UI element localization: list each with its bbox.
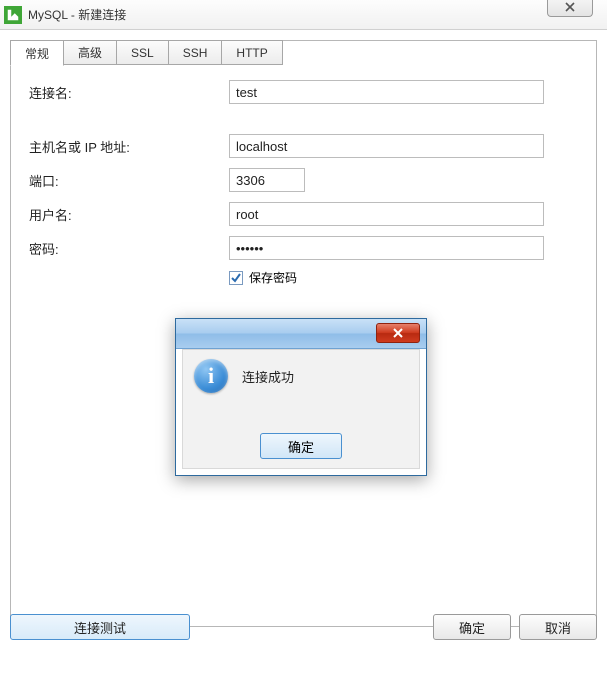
port-label: 端口:	[29, 171, 229, 190]
tab-general-label: 常规	[25, 45, 49, 62]
save-password-label: 保存密码	[249, 269, 297, 286]
username-input[interactable]	[229, 202, 544, 226]
tab-ssl-label: SSL	[131, 46, 154, 60]
tabs: 常规 高级 SSL SSH HTTP	[10, 40, 282, 65]
connection-name-input[interactable]	[229, 80, 544, 104]
modal-body: i 连接成功	[194, 359, 414, 393]
tab-ssh[interactable]: SSH	[168, 40, 223, 65]
app-icon	[4, 6, 22, 24]
connection-name-label: 连接名:	[29, 83, 229, 102]
tab-advanced[interactable]: 高级	[63, 40, 117, 65]
row-password: 密码:	[29, 235, 578, 261]
tab-http[interactable]: HTTP	[221, 40, 282, 65]
test-connection-button[interactable]: 连接测试	[10, 614, 190, 640]
test-connection-label: 连接测试	[74, 618, 126, 637]
modal-ok-button[interactable]: 确定	[260, 433, 342, 459]
window-close-button[interactable]	[547, 0, 593, 17]
tab-ssh-label: SSH	[183, 46, 208, 60]
form-body: 连接名: 主机名或 IP 地址: 端口: 用户名: 密码:	[11, 41, 596, 296]
cancel-button[interactable]: 取消	[519, 614, 597, 640]
password-label: 密码:	[29, 239, 229, 258]
modal-close-button[interactable]	[376, 323, 420, 343]
hostname-label: 主机名或 IP 地址:	[29, 137, 229, 156]
info-icon: i	[194, 359, 228, 393]
row-hostname: 主机名或 IP 地址:	[29, 133, 578, 159]
tab-http-label: HTTP	[236, 46, 267, 60]
modal-titlebar[interactable]	[176, 319, 426, 349]
bottom-bar: 连接测试 确定 取消	[10, 610, 597, 644]
save-password-checkbox[interactable]	[229, 271, 243, 285]
modal-ok-label: 确定	[288, 437, 314, 456]
cancel-button-label: 取消	[545, 618, 571, 637]
hostname-input[interactable]	[229, 134, 544, 158]
window-titlebar: MySQL - 新建连接	[0, 0, 607, 30]
tab-advanced-label: 高级	[78, 44, 102, 61]
row-username: 用户名:	[29, 201, 578, 227]
password-input[interactable]	[229, 236, 544, 260]
window-title: MySQL - 新建连接	[28, 6, 126, 23]
tab-general[interactable]: 常规	[10, 40, 64, 66]
ok-button-label: 确定	[459, 618, 485, 637]
tab-ssl[interactable]: SSL	[116, 40, 169, 65]
row-save-password: 保存密码	[229, 269, 578, 286]
port-input[interactable]	[229, 168, 305, 192]
row-connection-name: 连接名:	[29, 79, 578, 105]
ok-button[interactable]: 确定	[433, 614, 511, 640]
username-label: 用户名:	[29, 205, 229, 224]
row-port: 端口:	[29, 167, 578, 193]
modal-message: 连接成功	[242, 367, 294, 386]
modal-dialog: i 连接成功 确定	[175, 318, 427, 476]
